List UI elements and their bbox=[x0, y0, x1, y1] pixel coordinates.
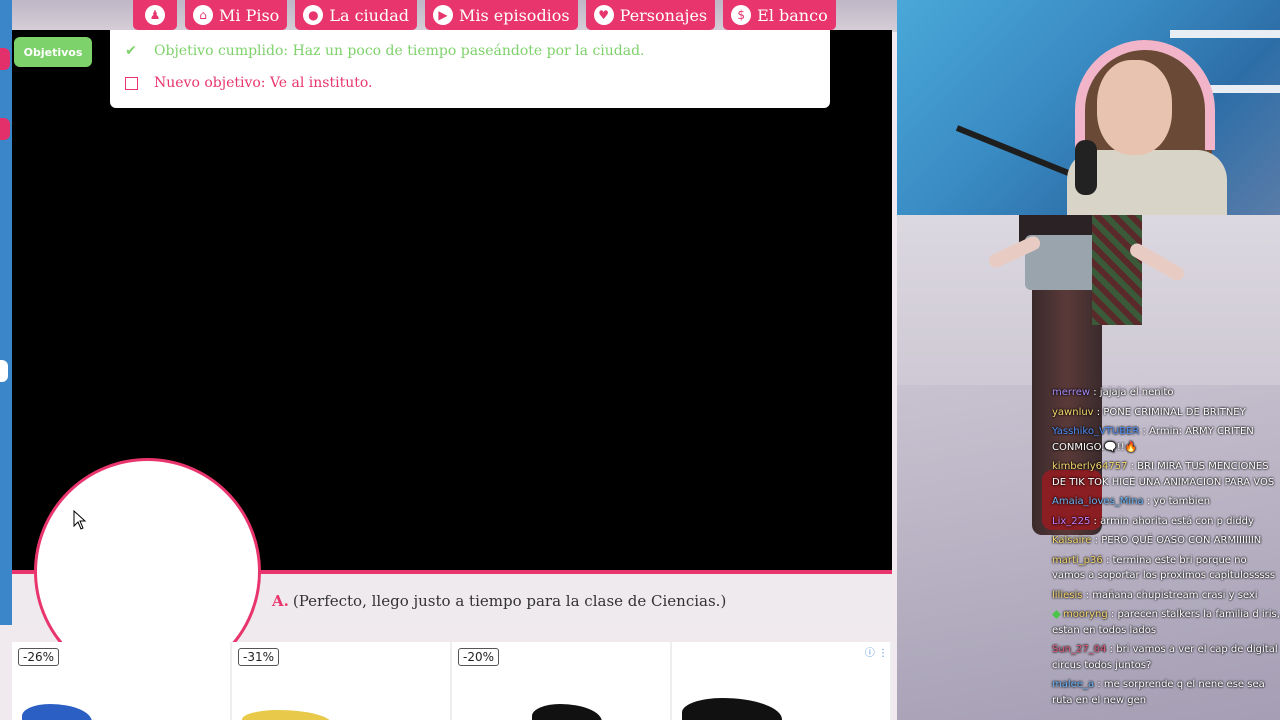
nav-el-banco[interactable]: $ El banco bbox=[723, 0, 836, 30]
nav-label: La ciudad bbox=[329, 5, 409, 25]
chat-text: jajaja el nenito bbox=[1099, 387, 1174, 398]
chat-username: liliesis bbox=[1052, 589, 1083, 601]
chat-message: Sun_27_04 : bri vamos a ver el cap de di… bbox=[1052, 644, 1278, 671]
nav-label: El banco bbox=[757, 5, 828, 25]
objective-new-row: Nuevo objetivo: Ve al instituto. bbox=[124, 75, 372, 91]
stream-chat: merrew : jajaja el nenito yawnluv : PONE… bbox=[1052, 385, 1280, 712]
chat-username: mooryng bbox=[1063, 609, 1108, 620]
chat-username: Yasshiko_VTUBER bbox=[1052, 426, 1140, 437]
nav-home-button[interactable]: ♟ bbox=[133, 0, 177, 30]
chat-text: PONE CRIMINAL DE BRITNEY bbox=[1103, 406, 1246, 418]
product-image bbox=[532, 704, 602, 720]
nav-label: Mi Piso bbox=[219, 5, 280, 25]
chat-username: Lix_225 bbox=[1052, 515, 1091, 527]
ad-card[interactable]: -31% bbox=[232, 642, 452, 720]
heart-icon: ♥ bbox=[593, 5, 614, 25]
ad-card[interactable]: -26% bbox=[12, 642, 232, 720]
chat-message: Lix_225 : armin ahorita está con p diddy bbox=[1052, 515, 1254, 527]
ad-info-icon[interactable]: ⓘ ⋮ bbox=[865, 644, 888, 659]
nav-label: Personajes bbox=[619, 5, 708, 25]
product-image bbox=[22, 704, 92, 720]
map-pin-icon: ● bbox=[303, 5, 324, 25]
chat-message: Yasshiko_VTUBER : Armin: ARMY CRITEN CON… bbox=[1052, 426, 1254, 453]
webcam-overlay bbox=[897, 0, 1280, 215]
chat-message: yawnluv : PONE CRIMINAL DE BRITNEY bbox=[1052, 406, 1246, 418]
advertisement-banner[interactable]: -26% -31% -20% ⓘ ⋮ bbox=[12, 642, 892, 720]
home-icon: ⌂ bbox=[193, 5, 213, 25]
chat-message: mooryng : parecen stalkers la familia d … bbox=[1052, 609, 1280, 636]
nav-label: Mis episodios bbox=[458, 5, 570, 25]
side-heart-icon[interactable] bbox=[0, 118, 10, 140]
product-image bbox=[242, 710, 332, 720]
chat-text: mañana chupistream crasi y sexi bbox=[1092, 589, 1258, 601]
discount-badge: -31% bbox=[238, 648, 280, 666]
chat-message: merrew : jajaja el nenito bbox=[1052, 387, 1174, 398]
sub-badge-icon bbox=[1052, 609, 1061, 619]
character-icon: ♟ bbox=[145, 5, 165, 25]
checkmark-icon: ✔ bbox=[125, 43, 137, 59]
objective-completed-row: ✔ Objetivo cumplido: Haz un poco de tiem… bbox=[124, 43, 645, 59]
ad-card[interactable] bbox=[672, 642, 892, 720]
chat-username: yawnluv bbox=[1052, 406, 1094, 418]
dialog-text: (Perfecto, llego justo a tiempo para la … bbox=[292, 592, 727, 610]
discount-badge: -20% bbox=[458, 648, 500, 666]
checkbox-icon bbox=[125, 76, 138, 90]
objective-completed-text: Objetivo cumplido: Haz un poco de tiempo… bbox=[154, 43, 645, 59]
side-badge-icon[interactable] bbox=[0, 48, 10, 70]
objectives-tab[interactable]: Objetivos bbox=[14, 37, 92, 67]
dialog-speaker: A. bbox=[272, 592, 289, 610]
chat-message: marti_p36 : termina este bri porque no v… bbox=[1052, 554, 1276, 582]
objectives-panel: ✔ Objetivo cumplido: Haz un poco de tiem… bbox=[110, 30, 830, 108]
bank-icon: $ bbox=[731, 5, 752, 25]
chat-username: marti_p36 bbox=[1052, 554, 1103, 566]
play-icon: ▶ bbox=[432, 5, 453, 25]
chat-message: malee_a : me sorprende q el nene ese sea… bbox=[1052, 679, 1265, 706]
mic-arm bbox=[955, 125, 1079, 180]
nav-mi-piso[interactable]: ⌂ Mi Piso bbox=[185, 0, 288, 30]
chat-message: Amaia_loves_Mina : yo tambien bbox=[1052, 496, 1211, 507]
discount-badge: -26% bbox=[18, 648, 60, 666]
nav-la-ciudad[interactable]: ● La ciudad bbox=[295, 0, 417, 30]
game-area: ♟ ⌂ Mi Piso ● La ciudad ▶ Mis episodios … bbox=[0, 0, 897, 720]
product-image bbox=[682, 698, 782, 720]
mouse-cursor-icon bbox=[73, 510, 87, 530]
microphone-icon bbox=[1075, 140, 1097, 195]
dialog-line: A. (Perfecto, llego justo a tiempo para l… bbox=[272, 592, 726, 610]
chat-text: PERO QUÉ OASO CON ARMIIIIIIN bbox=[1101, 535, 1262, 546]
shelf bbox=[1170, 30, 1280, 38]
chat-username: Kalsaire bbox=[1052, 535, 1092, 546]
chat-username: Sun_27_04 bbox=[1052, 644, 1107, 655]
headphones-icon bbox=[1075, 40, 1215, 150]
left-side-panel[interactable] bbox=[0, 0, 12, 625]
side-tab-icon[interactable] bbox=[0, 360, 8, 382]
chat-username: Amaia_loves_Mina bbox=[1052, 496, 1144, 507]
nav-personajes[interactable]: ♥ Personajes bbox=[585, 0, 716, 30]
chat-username: kimberly64757 bbox=[1052, 461, 1128, 472]
chat-text: yo tambien bbox=[1153, 496, 1211, 507]
ad-card[interactable]: -20% bbox=[452, 642, 672, 720]
chat-username: malee_a bbox=[1052, 679, 1095, 690]
chat-username: merrew bbox=[1052, 387, 1091, 398]
chat-text: armin ahorita está con p diddy bbox=[1100, 515, 1254, 527]
chat-message: liliesis : mañana chupistream crasi y se… bbox=[1052, 589, 1258, 601]
character-jacket bbox=[1092, 215, 1142, 325]
chat-message: Kalsaire : PERO QUÉ OASO CON ARMIIIIIIN bbox=[1052, 535, 1262, 546]
objective-new-text: Nuevo objetivo: Ve al instituto. bbox=[154, 75, 373, 91]
top-navigation: ♟ ⌂ Mi Piso ● La ciudad ▶ Mis episodios … bbox=[133, 0, 836, 30]
chat-message: kimberly64757 : BRI MIRA TUS MENCIONES D… bbox=[1052, 461, 1275, 488]
nav-mis-episodios[interactable]: ▶ Mis episodios bbox=[424, 0, 578, 30]
